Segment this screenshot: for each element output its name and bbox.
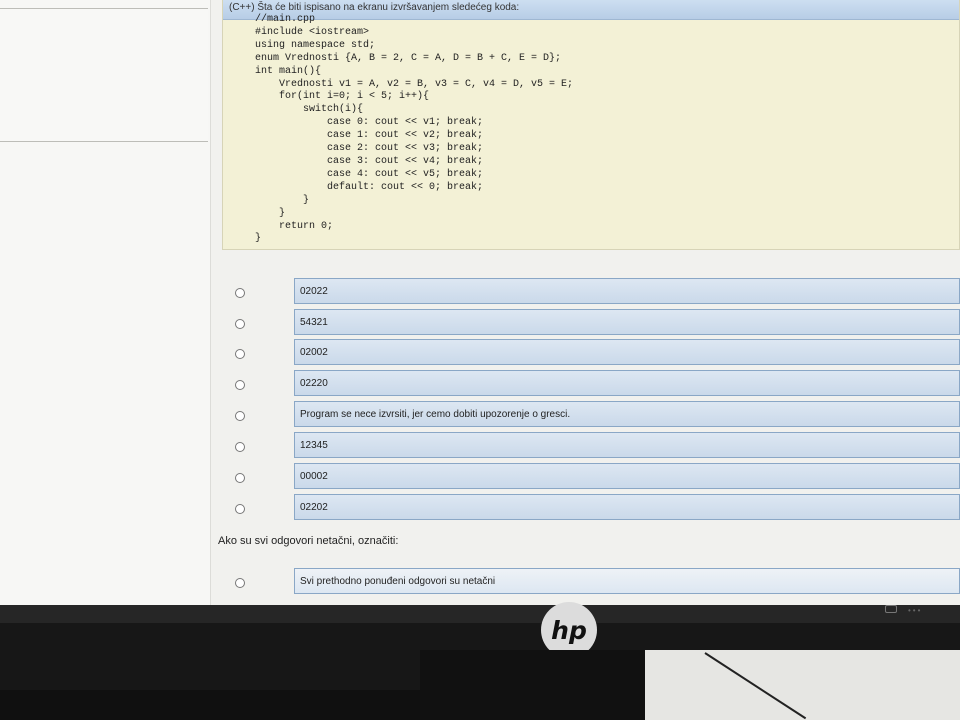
code-line: enum Vrednosti {A, B = 2, C = A, D = B +… (255, 52, 562, 64)
final-answer-label[interactable]: Svi prethodno ponuđeni odgovori su netač… (294, 568, 960, 594)
answer-label[interactable]: 02202 (294, 494, 960, 520)
answer-label[interactable]: 00002 (294, 463, 960, 489)
code-line: case 0: cout << v1; break; (255, 117, 484, 129)
keyboard-edge (0, 690, 420, 720)
radio-button[interactable] (235, 578, 245, 588)
code-line: } (255, 207, 286, 219)
radio-button[interactable] (235, 504, 245, 514)
answer-label[interactable]: 02022 (294, 278, 960, 304)
radio-button[interactable] (235, 319, 245, 329)
all-wrong-note: Ako su svi odgovori netačni, označiti: (218, 535, 399, 547)
code-line: switch(i){ (255, 104, 364, 116)
answer-label[interactable]: 12345 (294, 432, 960, 458)
radio-button[interactable] (235, 380, 245, 390)
radio-button[interactable] (235, 473, 245, 483)
answer-label[interactable]: 02002 (294, 339, 960, 365)
radio-button[interactable] (235, 349, 245, 359)
code-line: case 3: cout << v4; break; (255, 155, 484, 167)
code-line: return 0; (255, 220, 334, 232)
code-line: default: cout << 0; break; (255, 181, 484, 193)
answer-option[interactable]: 00002 (230, 463, 960, 491)
radio-button[interactable] (235, 411, 245, 421)
desk-surface (645, 650, 960, 720)
answer-option[interactable]: 02220 (230, 370, 960, 398)
browser-page: (C++) Šta će biti ispisano na ekranu izv… (0, 0, 960, 605)
code-line: case 4: cout << v5; break; (255, 168, 484, 180)
radio-button[interactable] (235, 288, 245, 298)
answer-option[interactable]: Program se nece izvrsiti, jer cemo dobit… (230, 401, 960, 429)
code-line: for(int i=0; i < 5; i++){ (255, 91, 430, 103)
code-line: Vrednosti v1 = A, v2 = B, v3 = C, v4 = D… (255, 78, 574, 90)
code-line: case 1: cout << v2; break; (255, 130, 484, 142)
answer-option[interactable]: 12345 (230, 432, 960, 460)
answer-option[interactable]: 02002 (230, 339, 960, 367)
monitor-stand (420, 650, 645, 720)
code-line: //main.cpp (255, 14, 316, 25)
answer-option[interactable]: 02022 (230, 278, 960, 306)
question-panel: (C++) Šta će biti ispisano na ekranu izv… (222, 0, 960, 250)
final-answer-option[interactable]: Svi prethodno ponuđeni odgovori su netač… (230, 568, 960, 598)
answer-label[interactable]: 54321 (294, 309, 960, 335)
code-line: using namespace std; (255, 39, 376, 51)
code-line: case 2: cout << v3; break; (255, 143, 484, 155)
power-icon[interactable] (885, 605, 897, 613)
code-block: //main.cpp #include <iostream> using names… (255, 14, 573, 246)
code-line: } (255, 233, 262, 245)
code-line: int main(){ (255, 65, 322, 77)
answer-option[interactable]: 54321 (230, 309, 960, 337)
bezel-edge (0, 605, 960, 623)
code-line: #include <iostream> (255, 26, 370, 38)
answer-label[interactable]: Program se nece izvrsiti, jer cemo dobit… (294, 401, 960, 427)
left-navigation-box (0, 8, 208, 142)
monitor-button-dots: ••• (908, 606, 923, 615)
code-line: } (255, 194, 310, 206)
left-sidebar (0, 0, 211, 605)
answer-option[interactable]: 02202 (230, 494, 960, 522)
radio-button[interactable] (235, 442, 245, 452)
answer-label[interactable]: 02220 (294, 370, 960, 396)
